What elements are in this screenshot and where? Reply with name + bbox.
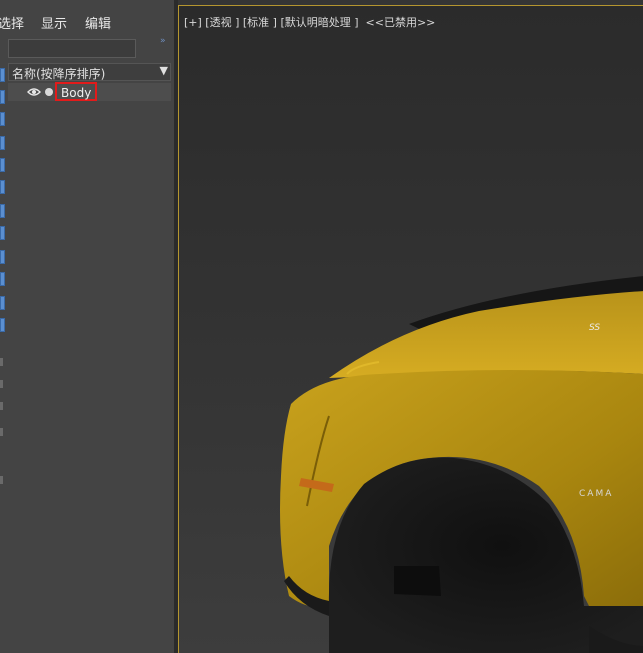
filter-spacewarps-button[interactable]	[0, 180, 5, 194]
filter-shapes-button[interactable]	[0, 90, 5, 104]
toolstrip-mark[interactable]	[0, 428, 3, 436]
filter-groups-button[interactable]	[0, 204, 5, 218]
toolstrip-extra	[0, 350, 4, 490]
menu-display[interactable]: 显示	[41, 13, 67, 32]
filter-hidden-button[interactable]	[0, 318, 5, 332]
menu-bar: 选择 显示 编辑	[0, 0, 175, 34]
explorer-toolstrip	[0, 60, 6, 350]
toolstrip-mark[interactable]	[0, 358, 3, 366]
menu-edit[interactable]: 编辑	[85, 13, 111, 32]
perspective-viewport[interactable]: SS CAMA [+] [透视 ] [标准 ] [默认明暗处理 ] <<已禁用>…	[178, 5, 643, 653]
filter-frozen-button[interactable]	[0, 296, 5, 310]
badge-camaro: CAMA	[579, 489, 613, 499]
light-bulb-icon[interactable]	[45, 88, 53, 96]
expand-arrows-icon[interactable]: »	[160, 36, 166, 46]
viewport-label[interactable]: [+] [透视 ] [标准 ] [默认明暗处理 ] <<已禁用>>	[184, 14, 435, 30]
toolstrip-mark[interactable]	[0, 402, 3, 410]
filter-bones-button[interactable]	[0, 250, 5, 264]
sort-down-icon[interactable]: ▼	[160, 64, 168, 77]
badge-ss: SS	[589, 323, 600, 333]
menu-select[interactable]: 选择	[0, 13, 24, 32]
object-name-label[interactable]: Body	[55, 82, 98, 101]
filter-containers-button[interactable]	[0, 272, 5, 286]
filter-lights-button[interactable]	[0, 112, 5, 126]
list-item[interactable]: Body	[8, 82, 171, 101]
filter-cameras-button[interactable]	[0, 136, 5, 150]
filter-xrefs-button[interactable]	[0, 226, 5, 240]
filter-helpers-button[interactable]	[0, 158, 5, 172]
toolstrip-mark[interactable]	[0, 476, 3, 484]
name-column-header[interactable]: 名称(按降序排序) ▼	[8, 63, 171, 81]
search-input[interactable]	[8, 39, 136, 58]
toolstrip-mark[interactable]	[0, 380, 3, 388]
column-header-label: 名称(按降序排序)	[12, 67, 106, 81]
scene-explorer: 选择 显示 编辑 » 名称(按降序排序) ▼ Body	[0, 0, 175, 653]
eye-icon[interactable]	[27, 86, 41, 98]
filter-geometry-button[interactable]	[0, 68, 5, 82]
car-model: SS CAMA	[280, 276, 643, 653]
